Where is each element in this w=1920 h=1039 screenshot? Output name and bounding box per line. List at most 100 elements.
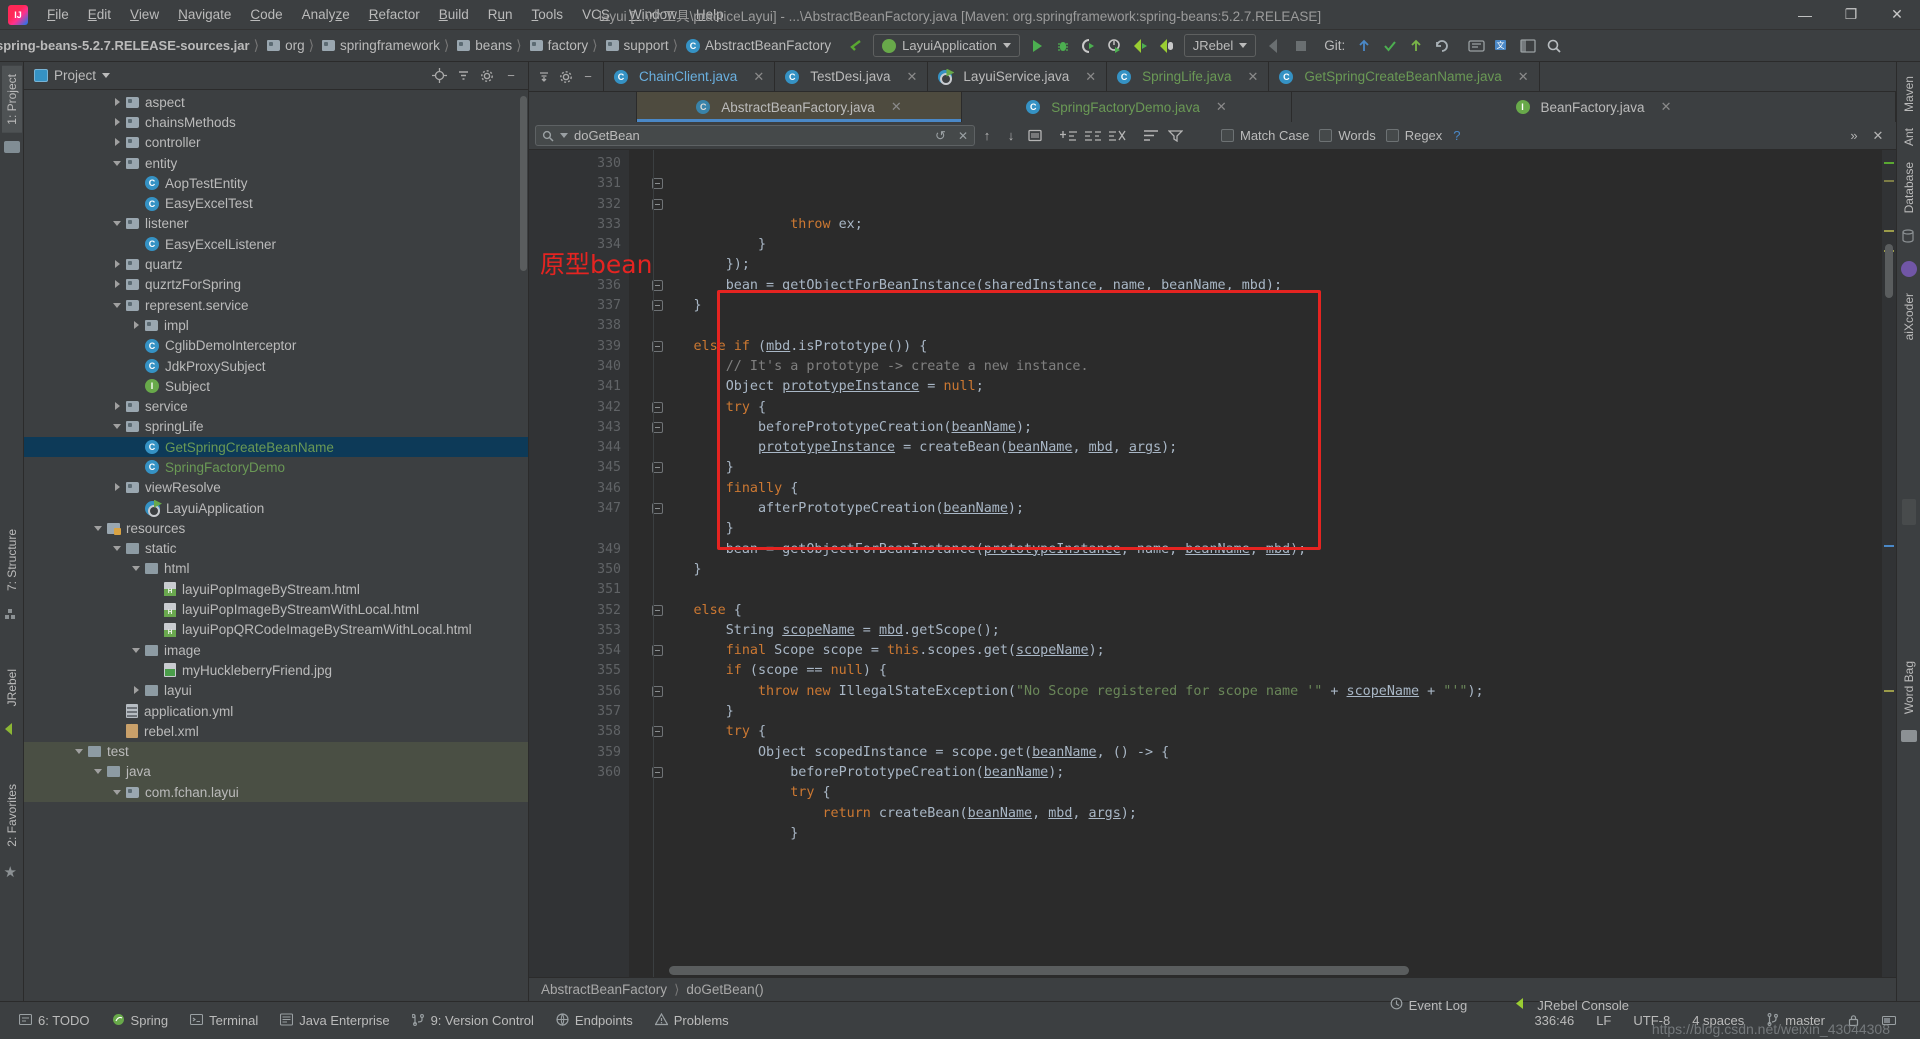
- chevron-down-icon[interactable]: [112, 218, 123, 229]
- tree-node[interactable]: I Subject: [24, 376, 528, 396]
- tree-node[interactable]: service: [24, 396, 528, 416]
- chevron-down-icon[interactable]: [93, 523, 104, 534]
- exclude-occurrence-icon[interactable]: [1105, 125, 1129, 147]
- locate-file-icon[interactable]: [430, 67, 448, 85]
- tool-tab-structure[interactable]: 7: Structure: [2, 521, 22, 599]
- tree-node[interactable]: quzrtzForSpring: [24, 275, 528, 295]
- tree-node[interactable]: springLife: [24, 417, 528, 437]
- menu-navigate[interactable]: Navigate: [169, 4, 240, 25]
- menu-vcs[interactable]: VCS: [573, 4, 619, 25]
- hide-panel-icon[interactable]: −: [502, 67, 520, 85]
- close-tab-icon[interactable]: ✕: [1661, 99, 1672, 115]
- chevron-right-icon[interactable]: [112, 279, 123, 290]
- breadcrumb-factory[interactable]: factory ⟩: [528, 37, 604, 54]
- select-all-occurrences-icon[interactable]: [1081, 125, 1105, 147]
- tree-node[interactable]: application.yml: [24, 701, 528, 721]
- find-clear-icon[interactable]: ✕: [958, 129, 968, 143]
- menu-view[interactable]: View: [121, 4, 168, 25]
- menu-tools[interactable]: Tools: [523, 4, 573, 25]
- menu-refactor[interactable]: Refactor: [360, 4, 429, 25]
- status-spring[interactable]: Spring: [101, 1013, 180, 1029]
- undo-icon[interactable]: [1429, 34, 1455, 58]
- jrebel-console-button[interactable]: JRebel Console: [1504, 997, 1640, 1013]
- tree-node[interactable]: layuiPopImageByStream.html: [24, 579, 528, 599]
- jrebel-toggle-icon[interactable]: [1262, 34, 1288, 58]
- tree-node[interactable]: C JdkProxySubject: [24, 356, 528, 376]
- editor-vscrollbar[interactable]: [1885, 244, 1893, 298]
- chevron-right-icon[interactable]: [112, 401, 123, 412]
- tree-node[interactable]: test: [24, 741, 528, 762]
- tree-node[interactable]: aspect: [24, 92, 528, 112]
- tree-node[interactable]: static: [24, 539, 528, 559]
- chevron-right-icon[interactable]: [112, 259, 123, 270]
- editor-hscrollbar[interactable]: [629, 966, 1856, 975]
- tree-node[interactable]: C SpringFactoryDemo: [24, 457, 528, 477]
- tool-tab-favorites[interactable]: 2: Favorites: [2, 776, 22, 855]
- close-tab-icon[interactable]: ✕: [891, 99, 902, 115]
- tool-tab-maven[interactable]: Maven: [1899, 68, 1919, 120]
- regex-help-icon[interactable]: ?: [1453, 128, 1460, 143]
- breadcrumb-org[interactable]: org ⟩: [265, 37, 320, 54]
- chevron-down-icon[interactable]: [93, 766, 104, 777]
- search-icon[interactable]: [1541, 34, 1567, 58]
- code-text[interactable]: throw ex; } }); bean = getObjectForBeanI…: [629, 150, 1896, 977]
- breadcrumb-class-name[interactable]: AbstractBeanFactory: [541, 982, 667, 997]
- status-line-separator[interactable]: LF: [1585, 1013, 1622, 1028]
- close-tab-icon[interactable]: ✕: [1216, 99, 1227, 115]
- match-case-checkbox[interactable]: Match Case: [1221, 128, 1309, 143]
- menu-file[interactable]: File: [38, 4, 78, 25]
- tree-node[interactable]: entity: [24, 153, 528, 173]
- expand-collapse-icon[interactable]: [535, 68, 553, 86]
- tree-node[interactable]: quartz: [24, 254, 528, 274]
- navigate-back-icon[interactable]: [843, 34, 869, 58]
- tool-tab-jrebel[interactable]: JRebel: [2, 661, 22, 714]
- tree-node[interactable]: represent.service: [24, 295, 528, 315]
- menu-analyze[interactable]: Analyze: [293, 4, 359, 25]
- structure-strip-icon[interactable]: [4, 607, 20, 623]
- run-button[interactable]: [1024, 34, 1050, 58]
- status-caret-position[interactable]: 336:46: [1523, 1013, 1585, 1028]
- editor-marker-bar[interactable]: [1882, 150, 1896, 977]
- event-log-button[interactable]: Event Log: [1379, 997, 1479, 1013]
- status-todo[interactable]: 6: TODO: [8, 1013, 101, 1029]
- chevron-down-icon[interactable]: [112, 787, 123, 798]
- menu-window[interactable]: Window: [620, 4, 686, 25]
- stop-button[interactable]: [1288, 34, 1314, 58]
- breadcrumb-jar[interactable]: spring-beans-5.2.7.RELEASE-sources.jar ⟩: [0, 37, 265, 54]
- hide-panel-icon[interactable]: −: [579, 68, 597, 86]
- collapse-all-icon[interactable]: [454, 67, 472, 85]
- tree-node[interactable]: C EasyExcelListener: [24, 234, 528, 254]
- editor-tab-beanfactory[interactable]: I BeanFactory.java ✕: [1292, 92, 1896, 122]
- editor-tab-springlife[interactable]: C SpringLife.java ✕: [1107, 62, 1270, 91]
- status-terminal[interactable]: Terminal: [179, 1013, 269, 1029]
- layout-icon[interactable]: [1515, 34, 1541, 58]
- tree-node[interactable]: myHuckleberryFriend.jpg: [24, 660, 528, 680]
- editor-tab-abstractbeanfactory[interactable]: C AbstractBeanFactory.java ✕: [637, 92, 962, 122]
- close-tab-icon[interactable]: ✕: [907, 69, 918, 85]
- chevron-right-icon[interactable]: [112, 482, 123, 493]
- aixcoder-icon[interactable]: [1900, 261, 1917, 278]
- settings-gear-icon[interactable]: [478, 67, 496, 85]
- tree-node[interactable]: image: [24, 640, 528, 660]
- git-commit-icon[interactable]: [1377, 34, 1403, 58]
- tree-node[interactable]: chainsMethods: [24, 112, 528, 132]
- chevron-down-icon[interactable]: [112, 543, 123, 554]
- tree-node[interactable]: java: [24, 761, 528, 783]
- find-options-icon[interactable]: [1139, 125, 1163, 147]
- chevron-down-icon[interactable]: [112, 300, 123, 311]
- breadcrumb-class[interactable]: C AbstractBeanFactory: [684, 38, 833, 53]
- regex-checkbox[interactable]: Regex ?: [1385, 128, 1461, 143]
- maximize-button[interactable]: ❐: [1828, 0, 1874, 30]
- menu-code[interactable]: Code: [241, 4, 291, 25]
- find-prev-icon[interactable]: ↑: [975, 125, 999, 147]
- tool-tab-database[interactable]: Database: [1899, 154, 1919, 221]
- chevron-down-icon[interactable]: [112, 158, 123, 169]
- search-history-chevron-icon[interactable]: [560, 133, 568, 138]
- tree-node[interactable]: impl: [24, 315, 528, 335]
- find-in-selection-icon[interactable]: [1023, 125, 1047, 147]
- tree-node[interactable]: C EasyExcelTest: [24, 193, 528, 213]
- words-checkbox[interactable]: Words: [1319, 128, 1376, 143]
- status-version-control[interactable]: 9: Version Control: [401, 1013, 545, 1029]
- close-tab-icon[interactable]: ✕: [753, 69, 764, 85]
- close-button[interactable]: ✕: [1874, 0, 1920, 30]
